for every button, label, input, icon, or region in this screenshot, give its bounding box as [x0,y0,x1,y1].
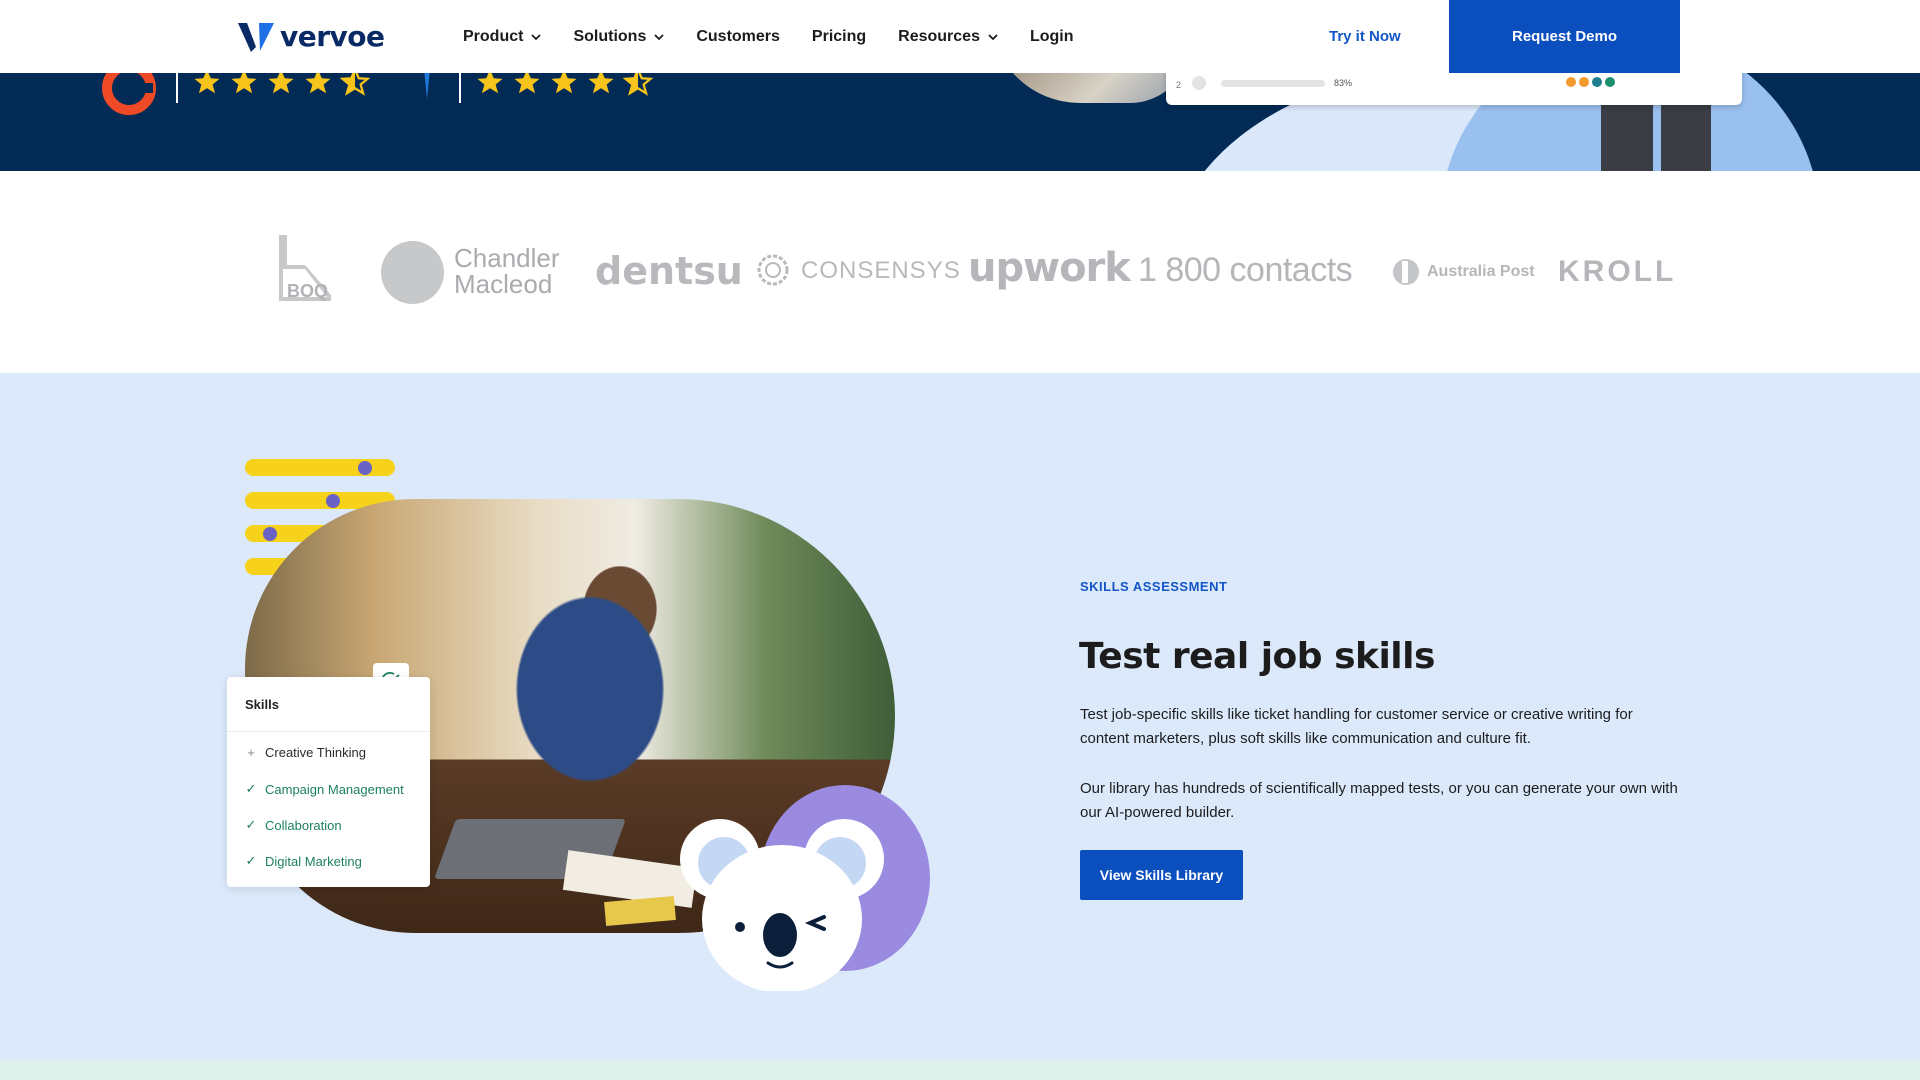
status-dot [1605,77,1615,87]
client-logos: BOQ Chandler Macleod dentsu CONSENSYS up… [0,171,1920,373]
menu-label: Pricing [811,27,867,45]
menu-label: Login [1029,27,1074,45]
g2-logo-icon [102,73,156,115]
australia-post-icon [1393,259,1419,285]
menu-label: Customers [696,27,780,45]
section-headline: Test real job skills [1079,636,1435,677]
consensys-logo: CONSENSYS [801,257,961,284]
skill-label: Digital Marketing [265,853,362,869]
koala-mascot-icon [680,819,884,991]
star-half-icon [623,73,653,96]
hero-section: 2 83% [0,73,1920,171]
capterra-logo-icon [424,73,430,99]
star-icon [231,73,257,94]
skills-card: Skills + Creative Thinking ✓ Campaign Ma… [227,677,430,887]
star-icon [194,73,220,94]
vervoe-logo[interactable]: vervoe [238,20,385,53]
star-icon [477,73,503,94]
hero-decor-bar [1601,103,1653,171]
skill-label: Campaign Management [265,781,404,797]
chandler-macleod-icon [381,241,444,304]
request-demo-button[interactable]: Request Demo [1449,0,1680,73]
check-icon: ✓ [245,817,257,832]
status-dot [1579,77,1589,87]
menu-login[interactable]: Login [1030,28,1074,46]
avatar [1192,76,1206,90]
candidate-score-card: 2 83% [1166,73,1742,105]
section-paragraph-2: Our library has hundreds of scientifical… [1080,780,1678,821]
g2-star-rating [192,73,370,97]
star-icon [551,73,577,94]
score-percent: 83% [1334,78,1353,88]
australia-post-logo: Australia Post [1427,263,1535,280]
capterra-star-rating [475,73,653,97]
menu-resources[interactable]: Resources [898,28,998,46]
menu-solutions[interactable]: Solutions [573,28,664,46]
star-icon [588,73,614,94]
top-nav: vervoe Product Solutions Customers Prici… [0,0,1920,73]
star-half-icon [340,73,370,96]
skill-item: ✓ Collaboration [245,817,342,833]
boq-logo: BOQ [279,235,331,301]
slider-knob [326,494,340,508]
plus-icon: + [247,745,255,760]
skills-assessment-section: Skills + Creative Thinking ✓ Campaign Ma… [0,373,1920,1060]
hero-decor-bar [1661,103,1711,171]
divider [227,731,430,732]
boq-label: BOQ [287,281,328,301]
hero-decor-block [1824,73,1920,171]
skill-label: Creative Thinking [265,745,366,760]
skill-item: + Creative Thinking [245,745,366,760]
rating-divider [176,73,178,103]
vervoe-logo-icon [238,22,274,52]
decor-slider [245,459,395,476]
status-dots [1566,77,1615,87]
name-placeholder-bar [1221,80,1325,87]
slider-knob [263,527,277,541]
chevron-down-icon [654,33,664,40]
chandler-line2: Macleod [454,269,553,299]
skill-item: ✓ Campaign Management [245,781,404,797]
skill-item: ✓ Digital Marketing [245,853,362,869]
rating-divider [459,73,461,103]
chevron-down-icon [531,33,542,40]
hero-photo [990,73,1190,103]
star-icon [514,73,540,94]
star-icon [268,73,294,94]
consensys-icon [757,254,789,286]
menu-product[interactable]: Product [463,27,542,46]
chandler-line1: Chandler [454,243,560,273]
view-skills-library-button[interactable]: View Skills Library [1080,850,1243,900]
logo-wordmark: vervoe [280,20,385,53]
chevron-down-icon [988,33,998,40]
section-eyebrow: SKILLS ASSESSMENT [1080,579,1228,594]
dentsu-logo: dentsu [595,249,743,293]
next-section-edge [0,1060,1920,1080]
star-icon [305,73,331,94]
check-icon: ✓ [245,853,257,868]
postits-shape [604,895,676,927]
slider-knob [358,461,372,475]
menu-label: Product [463,27,524,45]
menu-pricing[interactable]: Pricing [812,28,866,46]
chandler-macleod-logo: Chandler Macleod [454,245,560,297]
status-dot [1566,77,1576,87]
kroll-logo: KROLL [1558,255,1677,288]
menu-customers[interactable]: Customers [696,28,780,46]
check-icon: ✓ [245,781,257,796]
skills-card-title: Skills [245,697,279,712]
skill-label: Collaboration [265,817,342,833]
upwork-logo: upwork [968,245,1131,291]
1800-contacts-logo: 1 800 contacts [1138,251,1353,289]
try-it-now-link[interactable]: Try it Now [1329,28,1401,45]
status-dot [1592,77,1602,87]
menu-label: Resources [898,27,980,45]
row-number: 2 [1176,80,1182,90]
menu-label: Solutions [573,27,647,45]
section-paragraph-1: Test job-specific skills like ticket han… [1080,706,1633,747]
main-menu: Product Solutions Customers Pricing Reso… [463,0,1106,73]
